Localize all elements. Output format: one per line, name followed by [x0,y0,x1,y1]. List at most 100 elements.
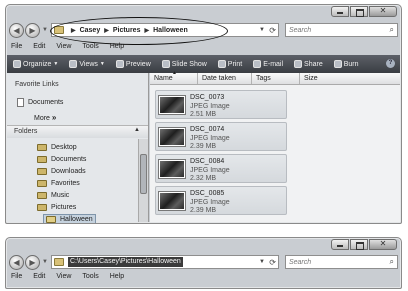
address-bar[interactable]: C:\Users\Casey\Pictures\Halloween ▼ ⟳ [50,255,279,269]
close-button[interactable] [369,6,397,17]
favorite-link-documents[interactable]: Documents [17,98,63,107]
menu-edit[interactable]: Edit [33,43,45,50]
print-button[interactable]: Print [217,60,242,68]
menu-edit[interactable]: Edit [33,273,45,280]
slide-show-label: Slide Show [171,60,207,68]
back-button[interactable]: ◀ [9,22,24,38]
dropdown-arrow-icon: ▼ [53,61,59,67]
folder-icon [37,192,47,199]
folder-icon [37,144,47,151]
forward-button[interactable]: ▶ [25,22,40,38]
photo-thumbnail [159,192,185,210]
column-size[interactable]: Size [300,73,350,84]
refresh-icon[interactable]: ⟳ [269,258,276,267]
back-arrow-icon: ◀ [13,25,20,35]
organize-button[interactable]: Organize ▼ [13,60,58,68]
back-arrow-icon: ◀ [13,257,20,267]
address-row: ◀ ▶ ▼ ▶ Casey ▶ Pictures ▶ Halloween ▼ ⟳… [9,20,398,40]
tree-item-halloween[interactable]: Halloween [43,214,96,223]
column-date-label: Date taken [202,75,236,82]
organize-icon [13,60,21,68]
minimize-button[interactable] [331,6,349,17]
folder-tree-scrollbar[interactable] [138,139,148,222]
search-placeholder: Search [288,258,312,266]
file-name: DSC_0084 [190,158,225,165]
breadcrumb-arrow-icon[interactable]: ▶ [71,27,76,34]
slide-show-button[interactable]: Slide Show [161,60,207,68]
folder-tree: Desktop Documents Downloads Favorites Mu… [7,139,138,223]
file-size: 2.39 MB [190,143,217,150]
search-icon[interactable]: ⌕ [390,257,394,267]
views-button[interactable]: Views ▼ [69,60,105,68]
tree-item-label: Downloads [51,168,86,175]
recent-pages-dropdown[interactable]: ▼ [42,259,48,265]
folders-header[interactable]: Folders ▲ [7,125,148,138]
more-link[interactable]: More » [34,113,56,122]
printer-icon [217,60,226,68]
preview-button[interactable]: Preview [115,60,151,68]
folder-icon [37,168,47,175]
refresh-icon[interactable]: ⟳ [269,26,276,35]
dropdown-arrow-icon: ▼ [99,61,105,67]
tree-item-downloads[interactable]: Downloads [37,168,86,175]
column-date-taken[interactable]: Date taken [198,73,252,84]
email-button[interactable]: E-mail [253,60,283,68]
breadcrumb-arrow-icon[interactable]: ▶ [144,27,149,34]
list-item[interactable]: DSC_0085 JPEG Image 2.39 MB [155,186,287,215]
tree-item-pictures[interactable]: Pictures [37,204,76,211]
menu-file[interactable]: File [11,273,22,280]
search-input[interactable]: Search ⌕ [284,255,398,269]
tree-item-label: Desktop [51,144,77,151]
tree-item-music[interactable]: Music [37,192,69,199]
disc-icon [333,60,342,68]
menu-help[interactable]: Help [110,273,124,280]
back-button[interactable]: ◀ [9,254,24,270]
column-tags[interactable]: Tags [252,73,300,84]
menu-bar: File Edit View Tools Help [9,273,124,280]
menu-file[interactable]: File [11,43,22,50]
close-button[interactable] [369,239,397,250]
breadcrumb-item-pictures[interactable]: Pictures [113,27,141,34]
column-name[interactable]: ▲ Name [150,70,198,84]
menu-tools[interactable]: Tools [82,43,98,50]
burn-button[interactable]: Burn [333,60,359,68]
help-icon[interactable]: ? [386,59,395,68]
photo-thumbnail [159,96,185,114]
minimize-button[interactable] [331,239,349,250]
scrollbar-thumb[interactable] [140,154,147,194]
menu-tools[interactable]: Tools [82,273,98,280]
tree-item-label: Documents [51,156,87,163]
menu-view[interactable]: View [56,43,71,50]
breadcrumb-item-halloween[interactable]: Halloween [153,27,188,34]
list-item[interactable]: DSC_0084 JPEG Image 2.32 MB [155,154,287,183]
share-button[interactable]: Share [294,60,323,68]
search-input[interactable]: Search ⌕ [284,23,398,37]
maximize-button[interactable] [350,6,368,17]
breadcrumb-arrow-icon[interactable]: ▶ [104,27,109,34]
list-item[interactable]: DSC_0074 JPEG Image 2.39 MB [155,122,287,151]
tree-item-documents[interactable]: Documents [37,156,86,163]
folder-icon [37,180,47,187]
list-item[interactable]: DSC_0073 JPEG Image 2.51 MB [155,90,287,119]
photo-thumbnail [159,160,185,178]
tree-item-desktop[interactable]: Desktop [37,144,77,151]
file-name: DSC_0074 [190,126,225,133]
tree-item-favorites[interactable]: Favorites [37,180,80,187]
menu-help[interactable]: Help [110,43,124,50]
maximize-button[interactable] [350,239,368,250]
address-dropdown-icon[interactable]: ▼ [259,259,265,265]
breadcrumb-item-casey[interactable]: Casey [80,27,101,34]
tree-item-label: Favorites [51,180,80,187]
recent-pages-dropdown[interactable]: ▼ [42,27,48,33]
search-icon[interactable]: ⌕ [390,25,394,35]
menu-view[interactable]: View [56,273,71,280]
address-dropdown-icon[interactable]: ▼ [259,27,265,33]
slide-show-icon [161,60,170,68]
file-size: 2.51 MB [190,111,217,118]
forward-arrow-icon: ▶ [29,257,36,267]
open-folder-icon [46,216,56,223]
tree-item-label: Halloween [60,216,93,223]
address-path-text[interactable]: C:\Users\Casey\Pictures\Halloween [67,257,183,267]
address-bar[interactable]: ▶ Casey ▶ Pictures ▶ Halloween ▼ ⟳ [50,23,279,37]
forward-button[interactable]: ▶ [25,254,40,270]
